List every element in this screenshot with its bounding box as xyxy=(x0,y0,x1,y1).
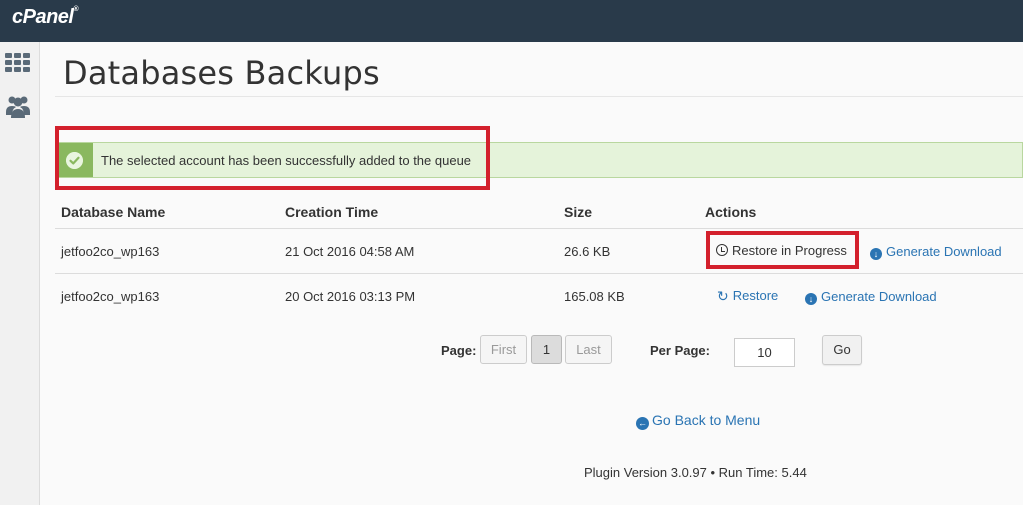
database-name: jetfoo2co_wp163 xyxy=(61,244,160,259)
size: 165.08 KB xyxy=(564,289,625,304)
go-back-label: Go Back to Menu xyxy=(652,412,761,428)
main-content: Databases Backups The selected account h… xyxy=(40,42,1023,505)
generate-download-label: Generate Download xyxy=(821,289,937,304)
per-page-label: Per Page: xyxy=(650,343,710,358)
page-title: Databases Backups xyxy=(63,54,380,92)
restore-link[interactable]: ↻ Restore xyxy=(717,288,778,305)
download-icon: ↓ xyxy=(870,248,882,260)
check-circle-icon xyxy=(66,152,83,169)
title-divider xyxy=(55,96,1023,97)
download-icon: ↓ xyxy=(805,293,817,305)
current-page-button[interactable]: 1 xyxy=(531,335,562,364)
header-divider xyxy=(55,228,1023,229)
column-header-actions: Actions xyxy=(705,204,757,220)
clock-icon xyxy=(716,244,728,256)
grid-icon[interactable] xyxy=(4,50,32,78)
creation-time: 20 Oct 2016 03:13 PM xyxy=(285,289,416,304)
alert-icon-box xyxy=(56,143,93,177)
column-header-database-name: Database Name xyxy=(61,204,166,220)
go-button[interactable]: Go xyxy=(822,335,862,365)
logo-mark: ® xyxy=(73,6,79,13)
generate-download-label: Generate Download xyxy=(886,244,1002,259)
sidebar xyxy=(0,42,40,505)
page-label: Page: xyxy=(441,343,477,358)
alert-message: The selected account has been successful… xyxy=(101,153,472,168)
users-icon[interactable] xyxy=(4,92,32,120)
first-page-button[interactable]: First xyxy=(480,335,527,364)
refresh-icon: ↻ xyxy=(717,288,729,304)
last-page-button[interactable]: Last xyxy=(565,335,612,364)
restore-status-label: Restore in Progress xyxy=(732,243,847,258)
arrow-left-icon: ← xyxy=(636,417,649,430)
top-bar: cPanel® xyxy=(0,0,1023,42)
generate-download-link[interactable]: ↓ Generate Download xyxy=(870,244,1002,260)
go-back-to-menu-link[interactable]: ← Go Back to Menu xyxy=(636,412,760,430)
creation-time: 21 Oct 2016 04:58 AM xyxy=(285,244,415,259)
generate-download-link[interactable]: ↓ Generate Download xyxy=(805,289,937,305)
per-page-input[interactable]: 10 xyxy=(734,338,795,367)
size: 26.6 KB xyxy=(564,244,611,259)
database-name: jetfoo2co_wp163 xyxy=(61,289,160,304)
logo-text: cPanel xyxy=(12,6,74,28)
column-header-creation-time: Creation Time xyxy=(285,204,379,220)
cpanel-logo[interactable]: cPanel® xyxy=(12,6,79,29)
row-divider xyxy=(55,273,1023,274)
success-alert: The selected account has been successful… xyxy=(55,142,1023,178)
column-header-size: Size xyxy=(564,204,593,220)
restore-label: Restore xyxy=(732,288,779,303)
plugin-version-footer: Plugin Version 3.0.97 • Run Time: 5.44 xyxy=(584,465,807,480)
restore-in-progress-status: Restore in Progress xyxy=(716,243,847,258)
